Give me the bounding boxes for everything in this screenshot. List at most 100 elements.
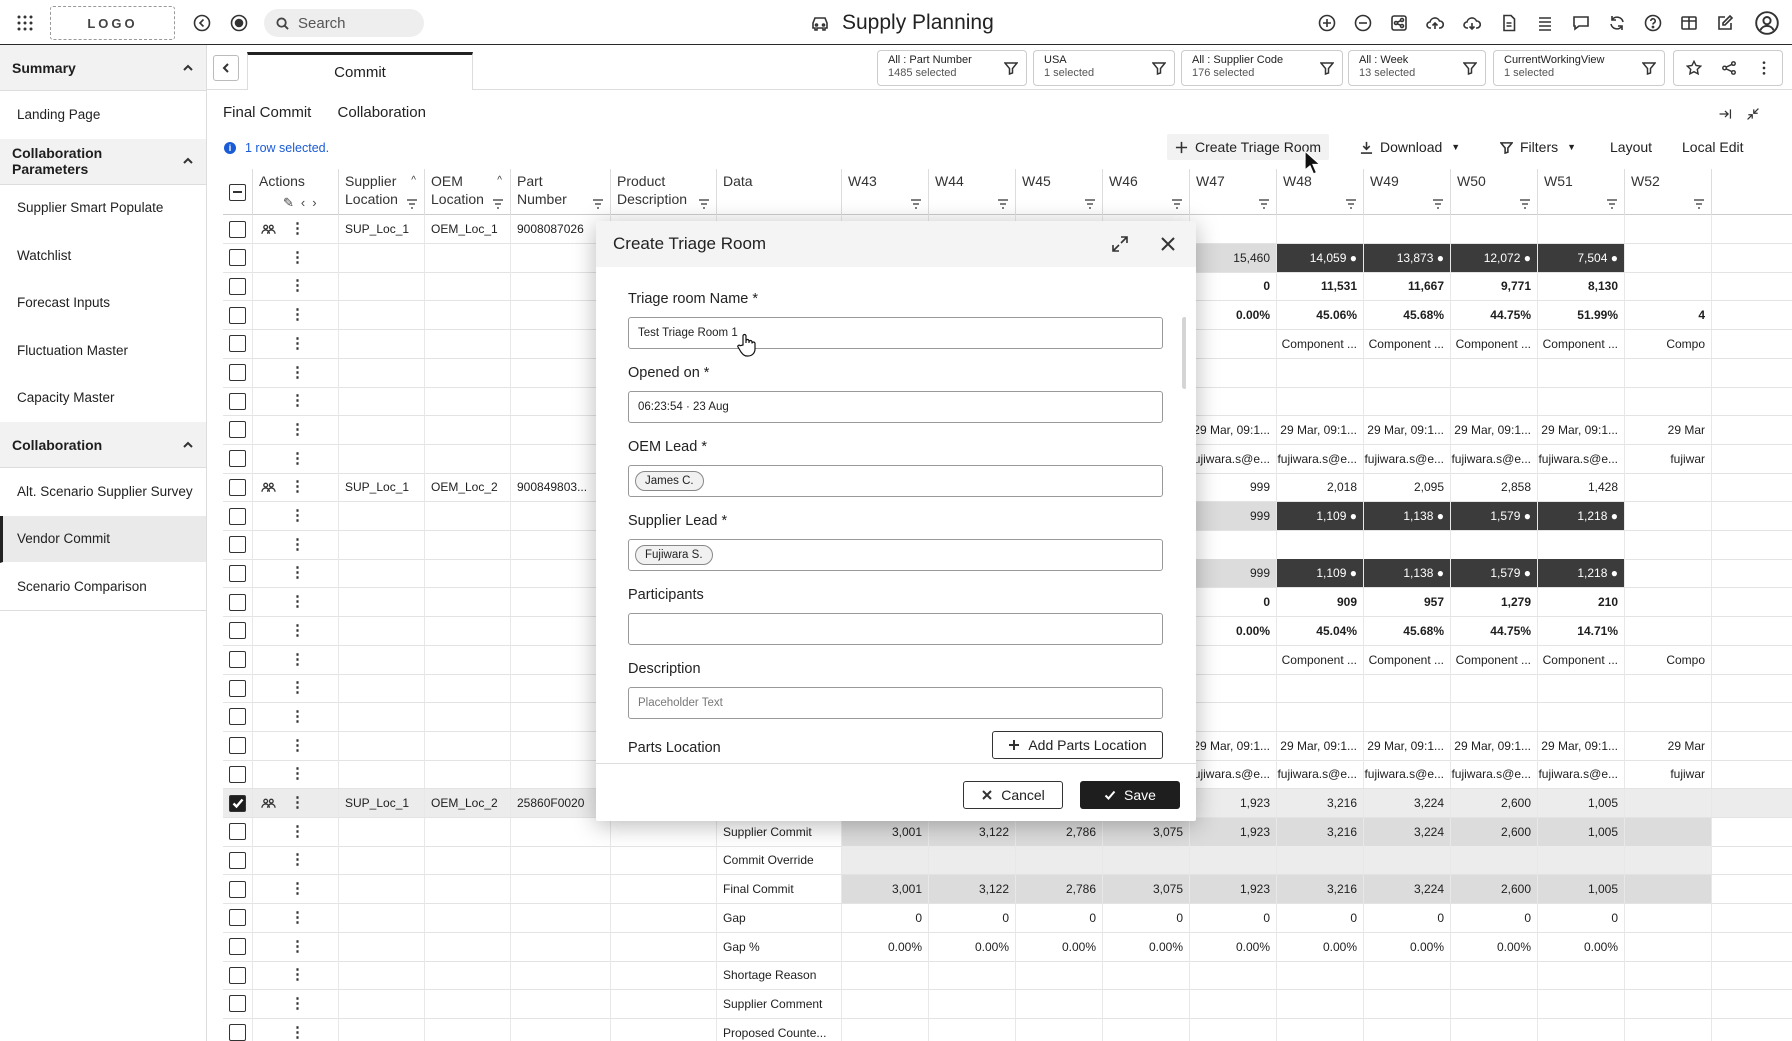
cell-week-value[interactable]: 0.00%: [1016, 932, 1103, 961]
cell-week-value[interactable]: 1,138 ●: [1364, 502, 1451, 530]
cell-week-value[interactable]: [929, 1018, 1016, 1041]
cell-week-value[interactable]: fujiwara.s@e...: [1277, 760, 1364, 789]
cell-week-value[interactable]: 45.04%: [1277, 616, 1364, 645]
cell-week-value[interactable]: 0: [842, 903, 929, 932]
cell-week-value[interactable]: 2,600: [1451, 875, 1538, 904]
row-checkbox[interactable]: [223, 731, 253, 760]
cell-week-value[interactable]: 2,600: [1451, 789, 1538, 817]
header-week[interactable]: W44: [929, 169, 1016, 215]
row-checkbox[interactable]: [223, 502, 253, 530]
cell-week-value[interactable]: 1,218 ●: [1538, 502, 1625, 530]
cell-week-value[interactable]: [1190, 989, 1277, 1018]
row-checkbox[interactable]: [223, 961, 253, 990]
table-row[interactable]: ⋮ Commit Override: [223, 846, 1792, 876]
filter-lines-icon[interactable]: [1693, 199, 1705, 209]
cell-week-value[interactable]: 999: [1190, 502, 1277, 530]
row-menu-icon[interactable]: ⋮: [290, 508, 305, 523]
cell-week-value[interactable]: [1364, 674, 1451, 703]
header-oem-location[interactable]: OEM Location ^: [425, 169, 511, 215]
row-menu-icon[interactable]: ⋮: [290, 766, 305, 781]
cell-week-value[interactable]: 3,224: [1364, 789, 1451, 817]
cell-week-value[interactable]: [1190, 645, 1277, 674]
header-week[interactable]: W49: [1364, 169, 1451, 215]
row-menu-icon[interactable]: ⋮: [290, 680, 305, 695]
row-checkbox[interactable]: [223, 473, 253, 502]
chevron-up-icon[interactable]: [182, 439, 194, 451]
cell-week-value[interactable]: [1625, 272, 1712, 301]
cell-week-value[interactable]: 3,216: [1277, 789, 1364, 817]
add-circle-icon[interactable]: [1315, 11, 1339, 35]
row-checkbox[interactable]: [223, 674, 253, 703]
cell-week-value[interactable]: 1,923: [1190, 817, 1277, 846]
sidebar-item-vendor-commit[interactable]: Vendor Commit: [0, 515, 206, 563]
cell-week-value[interactable]: 3,216: [1277, 817, 1364, 846]
filter-week[interactable]: All : Week 13 selected: [1348, 50, 1486, 86]
tab-commit[interactable]: Commit: [247, 52, 473, 90]
table-row[interactable]: ⋮ Gap % 0.00% 0.00% 0.00% 0.00% 0.00% 0.00% 0.00…: [223, 932, 1792, 962]
cell-week-value[interactable]: 3,075: [1103, 875, 1190, 904]
cell-week-value[interactable]: 1,138 ●: [1364, 559, 1451, 588]
filter-lines-icon[interactable]: [997, 199, 1009, 209]
table-icon[interactable]: [1677, 11, 1701, 35]
sidebar-item-landing-page[interactable]: Landing Page: [0, 91, 206, 139]
cell-week-value[interactable]: [1277, 358, 1364, 387]
cell-week-value[interactable]: [1451, 358, 1538, 387]
cell-week-value[interactable]: [1190, 961, 1277, 990]
cell-week-value[interactable]: 1,005: [1538, 875, 1625, 904]
cell-week-value[interactable]: [1538, 358, 1625, 387]
cell-week-value[interactable]: 29 Mar: [1625, 415, 1712, 444]
cell-week-value[interactable]: 2,095: [1364, 473, 1451, 502]
sidebar-section-collaboration[interactable]: Collaboration: [0, 422, 206, 468]
cell-week-value[interactable]: 14.71%: [1538, 616, 1625, 645]
cell-week-value[interactable]: [1190, 215, 1277, 243]
cell-week-value[interactable]: 0.00%: [1538, 932, 1625, 961]
remove-circle-icon[interactable]: [1351, 11, 1375, 35]
row-menu-icon[interactable]: ⋮: [290, 422, 305, 437]
cell-week-value[interactable]: 0: [1364, 903, 1451, 932]
collapse-sidebar-button[interactable]: [213, 55, 239, 81]
cell-week-value[interactable]: [1538, 215, 1625, 243]
cell-week-value[interactable]: [1625, 215, 1712, 243]
sidebar-item-fluctuation-master[interactable]: Fluctuation Master: [0, 327, 206, 375]
row-menu-icon[interactable]: ⋮: [290, 393, 305, 408]
cell-week-value[interactable]: [1277, 846, 1364, 875]
filter-supplier-code[interactable]: All : Supplier Code 176 selected: [1181, 50, 1343, 86]
row-menu-icon[interactable]: ⋮: [290, 910, 305, 925]
cell-week-value[interactable]: 29 Mar, 09:1...: [1451, 415, 1538, 444]
row-checkbox[interactable]: [223, 588, 253, 617]
oem-lead-chip[interactable]: James C.: [635, 471, 704, 491]
cell-week-value[interactable]: 1,279: [1451, 588, 1538, 617]
row-menu-icon[interactable]: ⋮: [290, 365, 305, 380]
cell-week-value[interactable]: [1190, 530, 1277, 559]
cell-week-value[interactable]: [1625, 387, 1712, 416]
cell-week-value[interactable]: [1538, 702, 1625, 731]
header-week[interactable]: W47: [1190, 169, 1277, 215]
cell-week-value[interactable]: 13,873 ●: [1364, 243, 1451, 272]
cell-week-value[interactable]: [929, 846, 1016, 875]
group-users-icon[interactable]: [261, 223, 276, 235]
row-menu-icon[interactable]: ⋮: [290, 852, 305, 867]
row-menu-icon[interactable]: ⋮: [290, 996, 305, 1011]
cell-week-value[interactable]: [1451, 530, 1538, 559]
share-box-icon[interactable]: [1387, 11, 1411, 35]
local-edit-button[interactable]: Local Edit: [1682, 134, 1743, 160]
row-checkbox[interactable]: [223, 358, 253, 387]
sidebar-item-watchlist[interactable]: Watchlist: [0, 232, 206, 280]
filter-lines-icon[interactable]: [1345, 199, 1357, 209]
cell-week-value[interactable]: Component ...: [1364, 645, 1451, 674]
cell-week-value[interactable]: [1451, 1018, 1538, 1041]
cell-week-value[interactable]: [929, 961, 1016, 990]
cell-week-value[interactable]: [1625, 358, 1712, 387]
cell-week-value[interactable]: [1538, 961, 1625, 990]
cell-week-value[interactable]: fujiwara.s@e...: [1190, 760, 1277, 789]
cell-week-value[interactable]: 3,122: [929, 817, 1016, 846]
sort-asc-icon[interactable]: ^: [497, 172, 502, 190]
cell-week-value[interactable]: 2,786: [1016, 817, 1103, 846]
row-menu-icon[interactable]: ⋮: [290, 307, 305, 322]
cell-week-value[interactable]: 0: [1190, 903, 1277, 932]
filter-lines-icon[interactable]: [910, 199, 922, 209]
cell-week-value[interactable]: [1190, 702, 1277, 731]
cell-week-value[interactable]: 1,923: [1190, 789, 1277, 817]
cell-week-value[interactable]: [1277, 989, 1364, 1018]
row-checkbox[interactable]: [223, 444, 253, 473]
